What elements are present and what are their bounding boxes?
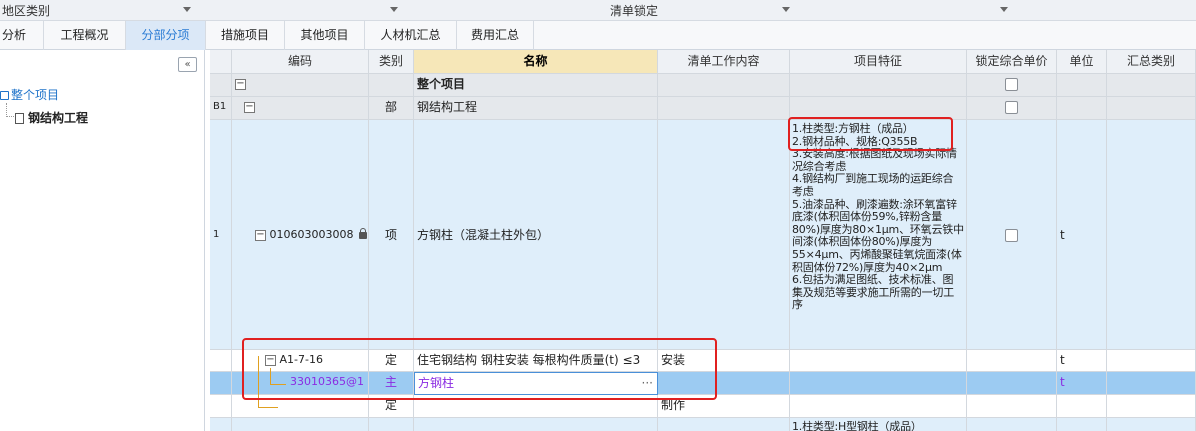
row-material-unit: t — [1057, 372, 1107, 395]
row-item-seq: 1 — [210, 120, 232, 350]
tree-line — [258, 407, 278, 408]
collapse-toggle-icon[interactable]: − — [244, 102, 255, 113]
header-lock-price[interactable]: 锁定综合单价 — [967, 50, 1057, 74]
header-work-content[interactable]: 清单工作内容 — [658, 50, 790, 74]
tab-labor-material-summary[interactable]: 人材机汇总 — [365, 21, 457, 50]
material-name-input[interactable]: 方钢柱 ··· — [414, 372, 658, 395]
lock-price-checkbox[interactable] — [1005, 78, 1018, 91]
tab-bar: 分析 工程概况 分部分项 措施项目 其他项目 人材机汇总 费用汇总 — [0, 21, 1196, 50]
tab-cost-summary[interactable]: 费用汇总 — [457, 21, 534, 50]
tree-root-label: 整个项目 — [11, 88, 60, 102]
row-quota-type: 定 — [369, 350, 414, 372]
collapse-toggle-icon[interactable]: − — [255, 229, 266, 241]
tree-child-label: 钢结构工程 — [28, 111, 89, 125]
lock-icon — [359, 228, 368, 239]
lock-price-checkbox[interactable] — [1005, 101, 1018, 114]
row-quota-code: A1-7-16 — [279, 353, 323, 366]
feature-line-5: 5.油漆品种、刷漆遍数:涂环氧富锌底漆(体积固体份59%,锌粉含量80%)厚度为… — [792, 197, 964, 274]
collapse-panel-button[interactable]: « — [178, 57, 197, 72]
header-code[interactable]: 编码 — [232, 50, 369, 74]
tab-project-overview[interactable]: 工程概况 — [44, 21, 126, 50]
column-dropdown-icon[interactable] — [390, 7, 398, 12]
list-lock-dropdown-icon[interactable] — [782, 7, 790, 12]
row-b1-seq: B1 — [210, 97, 232, 120]
feature-line-1: 1.柱类型:方钢柱（成品） — [792, 122, 914, 135]
tab-analysis[interactable]: 分析 — [0, 21, 44, 50]
row-item-name[interactable]: 方钢柱（混凝土柱外包） — [414, 120, 658, 350]
header-feature[interactable]: 项目特征 — [790, 50, 967, 74]
project-tree: « 整个项目 钢结构工程 — [0, 50, 205, 431]
row-item-type: 项 — [369, 120, 414, 350]
region-filter-label[interactable]: 地区类别 — [2, 2, 50, 19]
feature-line-4: 4.钢结构厂到施工现场的运距综合考虑 — [792, 172, 954, 198]
row-item-code: 010603003008 — [269, 228, 354, 241]
material-name-value: 方钢柱 — [418, 376, 455, 390]
row-quota-unit: t — [1057, 350, 1107, 372]
list-lock-label[interactable]: 清单锁定 — [610, 2, 658, 19]
row-b1-type: 部 — [369, 97, 414, 120]
row-item-unit: t — [1057, 120, 1107, 350]
tab-measures[interactable]: 措施项目 — [206, 21, 285, 50]
header-type[interactable]: 类别 — [369, 50, 414, 74]
collapse-toggle-icon[interactable]: − — [235, 79, 246, 90]
folder-icon — [0, 91, 9, 100]
tab-other-items[interactable]: 其他项目 — [285, 21, 365, 50]
header-summary-type[interactable]: 汇总类别 — [1107, 50, 1196, 74]
document-icon — [15, 113, 24, 124]
lock-price-checkbox[interactable] — [1005, 229, 1018, 242]
row-quota-work: 安装 — [658, 350, 790, 372]
column2-dropdown-icon[interactable] — [1000, 7, 1008, 12]
feature-line-6: 6.包括为满足图纸、技术标准、图集及规范等要求施工所需的一切工序 — [792, 273, 954, 312]
tree-item-steel-structure[interactable]: 钢结构工程 — [12, 109, 88, 126]
filter-bar: 地区类别 清单锁定 — [0, 0, 1196, 21]
header-unit[interactable]: 单位 — [1057, 50, 1107, 74]
row-material-code: 33010365@1 — [232, 372, 369, 395]
row-fab-type: 定 — [369, 395, 414, 418]
tree-item-root[interactable]: 整个项目 — [0, 86, 59, 103]
header-name[interactable]: 名称 — [414, 50, 658, 74]
row-item-feature[interactable]: 1.柱类型:方钢柱（成品） 2.钢材品种、规格:Q355B 3.安装高度:根据图… — [790, 120, 967, 350]
bill-grid: 编码 类别 名称 清单工作内容 项目特征 锁定综合单价 单位 汇总类别 − 整个… — [210, 50, 1196, 431]
row-b1-name: 钢结构工程 — [414, 97, 658, 120]
tree-line — [270, 384, 286, 385]
tree-line — [258, 356, 259, 408]
tree-line — [270, 368, 271, 384]
row-material-type: 主 — [369, 372, 414, 395]
feature-line-3: 3.安装高度:根据图纸及现场实际情况综合考虑 — [792, 147, 957, 173]
header-seq — [210, 50, 232, 74]
row-project-name: 整个项目 — [414, 74, 658, 97]
region-dropdown-icon[interactable] — [183, 7, 191, 12]
collapse-toggle-icon[interactable]: − — [265, 354, 276, 366]
more-options-icon[interactable]: ··· — [642, 373, 653, 393]
row-quota-name[interactable]: 住宅钢结构 钢柱安装 每根构件质量(t) ≤3 — [414, 350, 658, 372]
tab-divisions[interactable]: 分部分项 — [126, 21, 206, 50]
row-item2-feature[interactable]: 1.柱类型:H型钢柱（成品） — [790, 418, 967, 431]
row-fab-work: 制作 — [658, 395, 790, 418]
